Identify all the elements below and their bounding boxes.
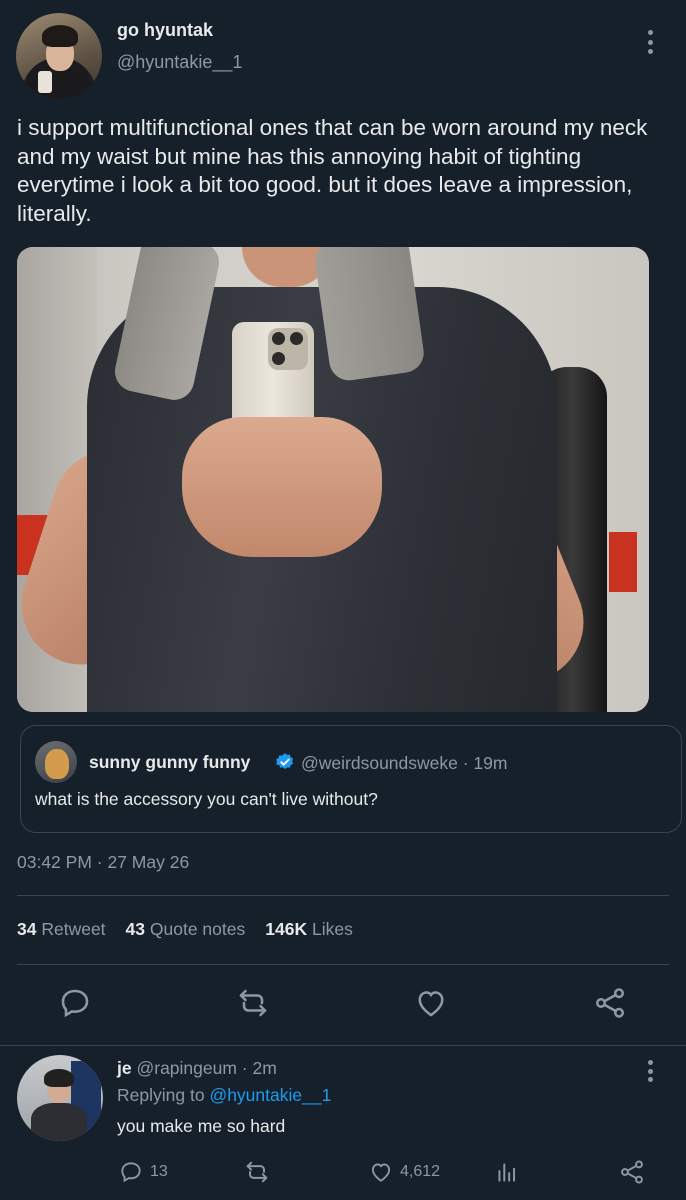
quote-stat[interactable]: 43 Quote notes	[126, 919, 246, 940]
author-avatar[interactable]	[16, 13, 102, 99]
reply-reply-button[interactable]: 13	[118, 1158, 168, 1186]
tweet-text: i support multifunctional ones that can …	[17, 115, 648, 226]
retweet-stat[interactable]: 34 Retweet	[17, 919, 106, 940]
analytics-icon	[498, 1163, 516, 1182]
like-icon	[371, 1163, 391, 1182]
replying-to-line: Replying to @hyuntakie__1	[117, 1085, 332, 1105]
divider	[0, 1045, 686, 1046]
more-options-icon[interactable]	[640, 30, 660, 54]
retweet-icon	[246, 1161, 268, 1183]
reply-icon	[121, 1162, 141, 1183]
verified-icon	[276, 753, 293, 770]
divider	[17, 964, 669, 965]
likes-stat[interactable]: 146K Likes	[265, 919, 353, 940]
reply-retweet-button[interactable]	[243, 1158, 271, 1186]
quoted-author-name: sunny gunny funny	[89, 752, 251, 772]
divider	[17, 895, 669, 896]
quoted-author-avatar[interactable]	[35, 741, 77, 783]
quoted-tweet-text: what is the accessory you can't live wit…	[35, 789, 378, 809]
retweet-icon[interactable]	[235, 985, 271, 1021]
author-handle[interactable]: @hyuntakie__1	[117, 52, 242, 73]
reply-share-button[interactable]	[618, 1158, 646, 1186]
engagement-stats: 34 Retweet 43 Quote notes 146K Likes	[17, 919, 353, 940]
reply-analytics-button[interactable]	[494, 1158, 520, 1186]
tweet-timestamp[interactable]: 03:42 PM · 27 May 26	[17, 852, 189, 873]
replying-to-link[interactable]: @hyuntakie__1	[209, 1085, 331, 1105]
reply-icon[interactable]	[57, 985, 93, 1021]
reply-count: 13	[150, 1163, 168, 1180]
quoted-author-handle: @weirdsoundsweke · 19m	[301, 753, 508, 773]
like-icon[interactable]	[413, 985, 449, 1021]
quoted-tweet-card[interactable]: sunny gunny funny @weirdsoundsweke · 19m…	[20, 725, 682, 833]
share-icon[interactable]	[592, 985, 628, 1021]
reply-like-button[interactable]: 4,612	[368, 1158, 440, 1186]
reply-author-handle: @rapingeum · 2m	[136, 1058, 277, 1078]
reply-text: you make me so hard	[117, 1116, 286, 1136]
tweet-photo[interactable]	[17, 247, 649, 712]
reply-more-options-icon[interactable]	[640, 1060, 660, 1082]
like-count: 4,612	[400, 1163, 441, 1180]
reply-author[interactable]: je @rapingeum · 2m	[117, 1058, 277, 1079]
author-display-name[interactable]: go hyuntak	[117, 20, 213, 41]
share-icon	[621, 1160, 643, 1184]
reply-author-name[interactable]: je	[117, 1058, 132, 1078]
reply-author-avatar[interactable]	[17, 1055, 103, 1141]
tweet-detail-page: go hyuntak @hyuntakie__1 i support multi…	[0, 0, 686, 1200]
